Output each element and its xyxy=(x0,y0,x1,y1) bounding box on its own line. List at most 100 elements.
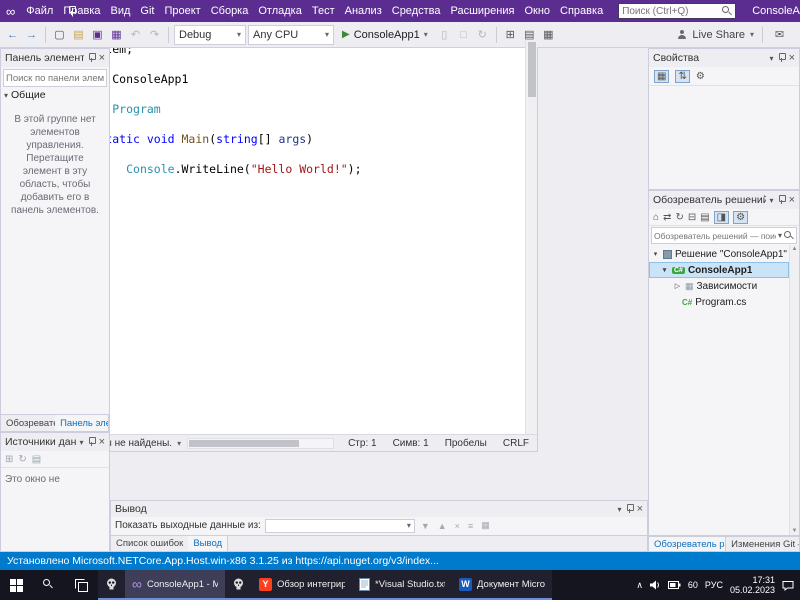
switch-views-icon[interactable]: ⇄ xyxy=(663,212,671,223)
expander-icon[interactable]: ▾ xyxy=(651,250,660,258)
pin-icon[interactable] xyxy=(68,5,77,16)
menu-item-test[interactable]: Тест xyxy=(307,5,340,17)
break-all-icon[interactable]: ▯ xyxy=(436,28,453,41)
pin-icon[interactable] xyxy=(88,53,96,63)
close-icon[interactable]: × xyxy=(99,436,105,448)
clock[interactable]: 17:31 05.02.2023 xyxy=(730,575,775,595)
scrollbar-thumb[interactable] xyxy=(528,42,536,97)
toolbox-search-input[interactable] xyxy=(6,72,104,84)
expander-icon[interactable]: ▾ xyxy=(660,266,669,274)
feedback-icon[interactable]: ✉ xyxy=(771,28,788,41)
editor-vertical-scrollbar[interactable] xyxy=(525,40,537,434)
undo-icon[interactable]: ↶ xyxy=(127,28,144,41)
menu-item-file[interactable]: Файл xyxy=(21,5,58,17)
data-sources-header[interactable]: Источники данных ▾ × xyxy=(1,433,109,451)
navigate-forward-icon[interactable]: → xyxy=(23,29,40,41)
taskbar-app-skull[interactable] xyxy=(225,570,252,600)
taskbar-app-word[interactable]: W Документ Microso... xyxy=(452,570,552,600)
goto-message-icon[interactable]: ▦ xyxy=(479,520,492,531)
show-hidden-icons-chevron[interactable]: ∧ xyxy=(636,580,643,591)
properties-shortcut-icon[interactable]: ⚙ xyxy=(733,210,749,224)
tab-server-explorer[interactable]: Обозревате... xyxy=(1,415,55,431)
output-header[interactable]: Вывод ▾ × xyxy=(111,501,647,518)
menu-item-build[interactable]: Сборка xyxy=(206,5,254,17)
output-source-dropdown[interactable]: ▾ xyxy=(264,518,415,533)
properties-header[interactable]: Свойства ▾ × xyxy=(649,49,799,67)
show-all-files-icon[interactable]: ◨ xyxy=(713,210,730,224)
tree-item-dependencies[interactable]: ▷ ▦ Зависимости xyxy=(649,278,789,294)
close-icon[interactable]: × xyxy=(789,194,795,206)
refresh-icon[interactable]: ↻ xyxy=(18,454,26,465)
stop-debugging-icon[interactable]: □ xyxy=(455,29,472,41)
language-indicator[interactable]: РУС xyxy=(705,580,723,590)
menu-item-edit[interactable]: Правка xyxy=(58,5,105,17)
task-view-button[interactable] xyxy=(65,570,98,600)
menu-item-view[interactable]: Вид xyxy=(106,5,136,17)
tab-git-changes[interactable]: Изменения Git — п... xyxy=(726,537,799,551)
toolbox-search-box[interactable] xyxy=(3,69,107,87)
menu-item-project[interactable]: Проект xyxy=(159,5,205,17)
pin-icon[interactable] xyxy=(88,437,96,447)
solution-explorer-header[interactable]: Обозреватель решений ▾ × xyxy=(649,191,799,209)
start-button[interactable] xyxy=(0,570,33,600)
menu-item-debug[interactable]: Отладка xyxy=(253,5,306,17)
quick-search-input[interactable] xyxy=(622,5,723,17)
solution-explorer-toolbar-icon[interactable]: ▦ xyxy=(540,28,557,41)
taskbar-app-notepad[interactable]: *Visual Studio.txt -... xyxy=(352,570,452,600)
redo-icon[interactable]: ↷ xyxy=(146,28,163,41)
save-all-icon[interactable]: ▦ xyxy=(108,28,125,41)
status-spaces[interactable]: Пробелы xyxy=(437,438,495,449)
chevron-down-icon[interactable]: ▾ xyxy=(770,54,774,63)
scroll-down-icon[interactable]: ▼ xyxy=(792,528,798,534)
add-data-source-icon[interactable]: ⊞ xyxy=(5,454,13,465)
volume-icon[interactable] xyxy=(649,580,661,590)
tree-item-solution[interactable]: ▾ Решение "ConsoleApp1" (проекты: 1 из 1… xyxy=(649,246,789,262)
step-into-icon[interactable]: ⊞ xyxy=(502,28,519,41)
find-message-icon[interactable]: ▼ xyxy=(419,521,432,531)
action-center-icon[interactable] xyxy=(782,580,794,591)
start-debugging-button[interactable]: ▶ ConsoleApp1 ▾ xyxy=(336,25,434,45)
taskbar-search-button[interactable] xyxy=(33,570,65,600)
chevron-down-icon[interactable]: ▾ xyxy=(177,439,181,448)
menu-item-window[interactable]: Окно xyxy=(519,5,555,17)
save-icon[interactable]: ▣ xyxy=(89,28,106,41)
toolbox-header[interactable]: Панель элементов × xyxy=(1,49,109,67)
tab-toolbox[interactable]: Панель эле... xyxy=(55,415,109,431)
live-share-control[interactable]: Live Share ▾ ✉ xyxy=(677,26,796,43)
solution-configurations-dropdown[interactable]: Debug ▾ xyxy=(174,24,246,45)
taskbar-app-visual-studio[interactable]: ∞ ConsoleApp1 - Mic... xyxy=(125,570,225,600)
toggle-wrap-icon[interactable]: ≡ xyxy=(466,521,475,531)
tab-error-list[interactable]: Список ошибок xyxy=(111,536,188,551)
editor-horizontal-scrollbar[interactable] xyxy=(187,437,335,449)
scroll-up-icon[interactable]: ▲ xyxy=(792,246,798,252)
property-pages-icon[interactable]: ⚙ xyxy=(696,71,705,82)
configure-icon[interactable]: ▤ xyxy=(32,454,41,465)
solution-scrollbar[interactable]: ▲ ▼ xyxy=(789,245,799,535)
tree-item-program-cs[interactable]: C# Program.cs xyxy=(649,294,789,310)
tree-item-project[interactable]: ▾ C# ConsoleApp1 xyxy=(649,262,789,278)
refresh-icon[interactable]: ↻ xyxy=(675,212,683,223)
chevron-down-icon[interactable]: ▾ xyxy=(618,505,622,514)
solution-search-input[interactable] xyxy=(654,230,776,241)
chevron-down-icon[interactable]: ▾ xyxy=(80,438,84,447)
taskbar-app-pinned[interactable] xyxy=(98,570,125,600)
home-icon[interactable]: ⌂ xyxy=(653,212,659,223)
collapse-all-icon[interactable]: ⊟ xyxy=(688,212,696,223)
tab-output[interactable]: Вывод xyxy=(188,535,229,551)
close-icon[interactable]: × xyxy=(789,52,795,64)
toolbox-section-general[interactable]: ▾ Общие xyxy=(1,87,109,103)
tab-solution-explorer[interactable]: Обозреватель реше... xyxy=(649,537,727,551)
status-line-ending[interactable]: CRLF xyxy=(495,438,537,449)
pin-icon[interactable] xyxy=(778,195,786,205)
categorized-icon[interactable]: ▦ xyxy=(654,69,670,83)
sync-with-active-document-icon[interactable]: ▤ xyxy=(700,212,709,223)
menu-item-tools[interactable]: Средства xyxy=(387,5,446,17)
menu-item-extensions[interactable]: Расширения xyxy=(445,5,519,17)
new-file-icon[interactable]: ▢ xyxy=(51,28,68,41)
clear-output-icon[interactable]: × xyxy=(453,521,462,531)
navigate-back-icon[interactable]: ← xyxy=(4,29,21,41)
previous-message-icon[interactable]: ▲ xyxy=(436,521,449,531)
chevron-down-icon[interactable]: ▾ xyxy=(770,196,774,205)
pin-icon[interactable] xyxy=(778,53,786,63)
close-icon[interactable]: × xyxy=(99,52,105,64)
